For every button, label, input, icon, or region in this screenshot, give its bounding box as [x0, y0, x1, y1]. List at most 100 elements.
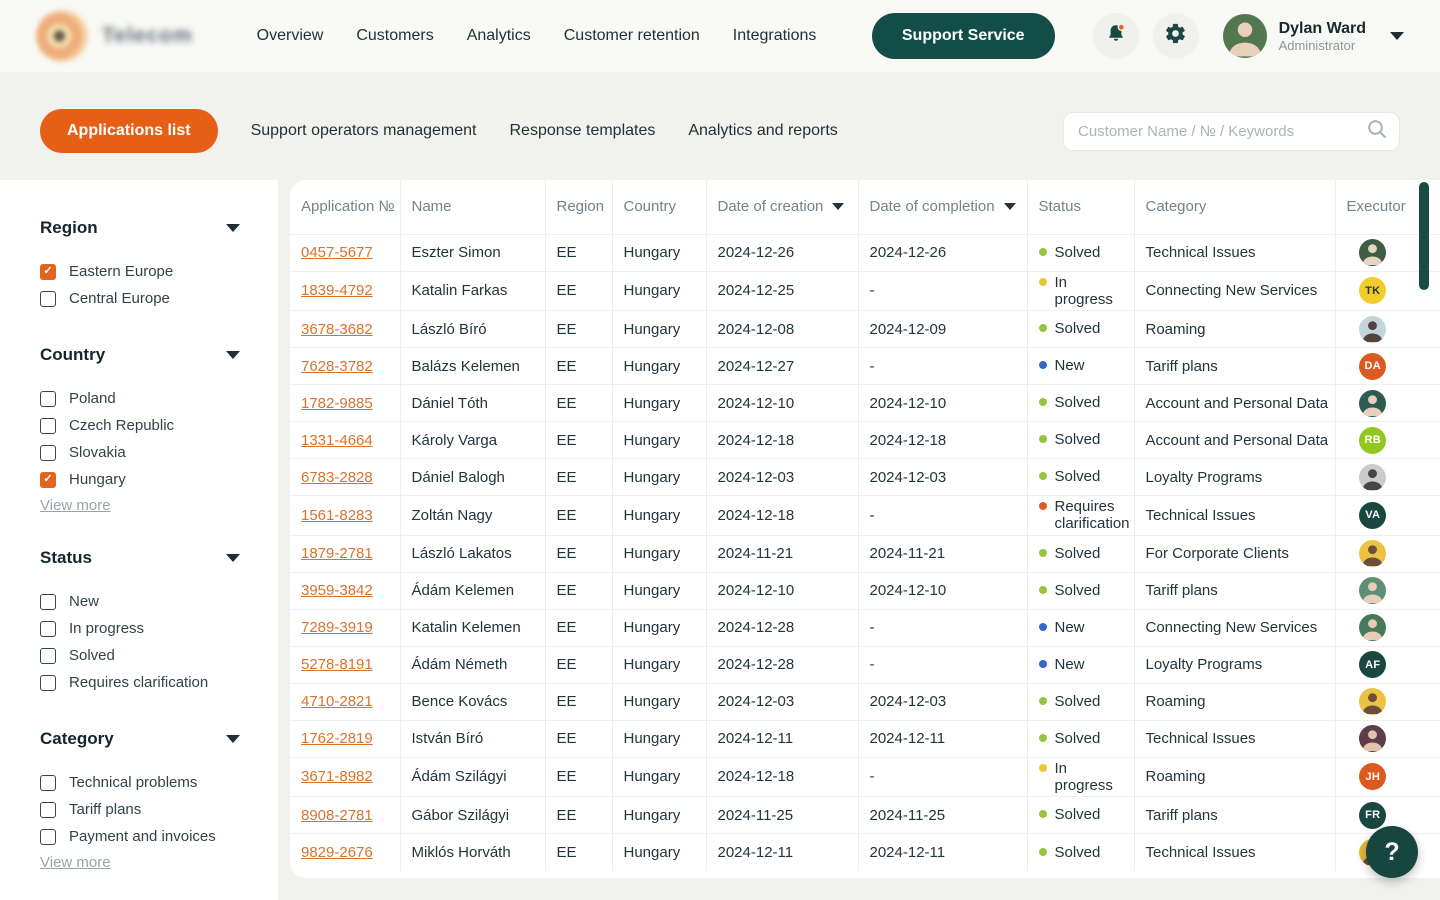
checkbox[interactable]: [40, 291, 56, 307]
application-link[interactable]: 3678-3682: [301, 321, 373, 338]
checkbox[interactable]: [40, 675, 56, 691]
column-header-country: Country: [612, 180, 706, 234]
filter-section-header[interactable]: Region: [40, 218, 240, 238]
status-badge: Solved: [1039, 392, 1130, 413]
chevron-down-icon[interactable]: [226, 735, 240, 743]
application-link[interactable]: 1839-4792: [301, 282, 373, 299]
cell-executor: [1335, 572, 1440, 609]
filter-option[interactable]: Solved: [40, 642, 240, 669]
cell-region: EE: [545, 496, 612, 536]
filter-section-header[interactable]: Status: [40, 548, 240, 568]
filter-option[interactable]: Hungary: [40, 466, 240, 493]
application-link[interactable]: 1561-8283: [301, 507, 373, 524]
search-input[interactable]: [1078, 123, 1366, 140]
cell-date-of-creation: 2024-12-03: [706, 459, 858, 496]
tab-analytics-and-reports[interactable]: Analytics and reports: [688, 122, 837, 140]
cell-category: Roaming: [1134, 757, 1335, 797]
application-link[interactable]: 3671-8982: [301, 768, 373, 785]
view-more-link[interactable]: View more: [40, 497, 111, 514]
nav-item-customer-retention[interactable]: Customer retention: [564, 27, 700, 45]
tab-response-templates[interactable]: Response templates: [510, 122, 656, 140]
checkbox[interactable]: [40, 829, 56, 845]
cell-status: New: [1027, 646, 1134, 683]
tab-applications-list[interactable]: Applications list: [40, 109, 218, 153]
tab-support-operators-management[interactable]: Support operators management: [251, 122, 477, 140]
checkbox[interactable]: [40, 391, 56, 407]
status-dot-icon: [1039, 810, 1047, 818]
executor-avatar: [1359, 239, 1386, 266]
cell-status: Solved: [1027, 459, 1134, 496]
application-link[interactable]: 7628-3782: [301, 358, 373, 375]
chevron-down-icon[interactable]: [226, 351, 240, 359]
filter-option[interactable]: New: [40, 588, 240, 615]
filter-option[interactable]: Slovakia: [40, 439, 240, 466]
checkbox[interactable]: [40, 418, 56, 434]
application-link[interactable]: 4710-2821: [301, 693, 373, 710]
user-menu[interactable]: Dylan Ward Administrator: [1223, 14, 1404, 58]
cell-date-of-completion: 2024-12-03: [858, 459, 1027, 496]
cell-application-no: 8908-2781: [290, 797, 400, 834]
column-header-date-of-completion[interactable]: Date of completion: [858, 180, 1027, 234]
search-icon[interactable]: [1366, 118, 1387, 144]
notifications-button[interactable]: [1093, 13, 1139, 59]
nav-item-customers[interactable]: Customers: [356, 27, 433, 45]
filter-option[interactable]: Requires clarification: [40, 669, 240, 696]
executor-avatar: [1359, 540, 1386, 567]
checkbox[interactable]: [40, 775, 56, 791]
filter-option[interactable]: Payment and invoices: [40, 823, 240, 850]
executor-avatar: RB: [1359, 427, 1386, 454]
application-link[interactable]: 7289-3919: [301, 619, 373, 636]
cell-category: Technical Issues: [1134, 234, 1335, 271]
help-button[interactable]: ?: [1366, 826, 1418, 878]
cell-application-no: 3671-8982: [290, 757, 400, 797]
filter-option[interactable]: Tariff plans: [40, 796, 240, 823]
executor-avatar: [1359, 688, 1386, 715]
view-more-link[interactable]: View more: [40, 854, 111, 871]
filter-option-label: Tariff plans: [69, 801, 141, 818]
application-link[interactable]: 3959-3842: [301, 582, 373, 599]
application-link[interactable]: 1331-4664: [301, 432, 373, 449]
chevron-down-icon[interactable]: [226, 224, 240, 232]
checkbox[interactable]: [40, 648, 56, 664]
sort-down-icon[interactable]: [832, 203, 844, 210]
checkbox[interactable]: [40, 445, 56, 461]
filter-section-header[interactable]: Country: [40, 345, 240, 365]
checkbox[interactable]: [40, 802, 56, 818]
support-service-button[interactable]: Support Service: [872, 13, 1055, 59]
checkbox-checked[interactable]: [40, 264, 56, 280]
filter-option[interactable]: In progress: [40, 615, 240, 642]
application-link[interactable]: 9829-2676: [301, 844, 373, 861]
filter-option-label: Central Europe: [69, 290, 170, 307]
cell-country: Hungary: [612, 234, 706, 271]
filter-section-header[interactable]: Category: [40, 729, 240, 749]
application-link[interactable]: 1762-2819: [301, 730, 373, 747]
filter-section-title: Country: [40, 345, 105, 365]
filter-option[interactable]: Technical problems: [40, 769, 240, 796]
header-right: Support Service Dylan Ward Administra: [872, 13, 1404, 59]
nav-item-integrations[interactable]: Integrations: [733, 27, 817, 45]
nav-item-overview[interactable]: Overview: [257, 27, 324, 45]
column-header-date-of-creation[interactable]: Date of creation: [706, 180, 858, 234]
settings-button[interactable]: [1153, 13, 1199, 59]
filter-option[interactable]: Central Europe: [40, 285, 240, 312]
application-link[interactable]: 5278-8191: [301, 656, 373, 673]
checkbox-checked[interactable]: [40, 472, 56, 488]
status-badge: In progress: [1039, 758, 1130, 797]
application-link[interactable]: 6783-2828: [301, 469, 373, 486]
cell-date-of-creation: 2024-12-18: [706, 422, 858, 459]
chevron-down-icon[interactable]: [226, 554, 240, 562]
application-link[interactable]: 1879-2781: [301, 545, 373, 562]
checkbox[interactable]: [40, 621, 56, 637]
application-link[interactable]: 0457-5677: [301, 244, 373, 261]
filter-option[interactable]: Czech Republic: [40, 412, 240, 439]
filter-option[interactable]: Poland: [40, 385, 240, 412]
cell-region: EE: [545, 271, 612, 311]
application-link[interactable]: 1782-9885: [301, 395, 373, 412]
sort-down-icon[interactable]: [1004, 203, 1016, 210]
application-link[interactable]: 8908-2781: [301, 807, 373, 824]
nav-item-analytics[interactable]: Analytics: [467, 27, 531, 45]
chevron-down-icon[interactable]: [1390, 32, 1404, 40]
filter-option[interactable]: Eastern Europe: [40, 258, 240, 285]
checkbox[interactable]: [40, 594, 56, 610]
table-scrollbar-thumb[interactable]: [1419, 182, 1429, 290]
